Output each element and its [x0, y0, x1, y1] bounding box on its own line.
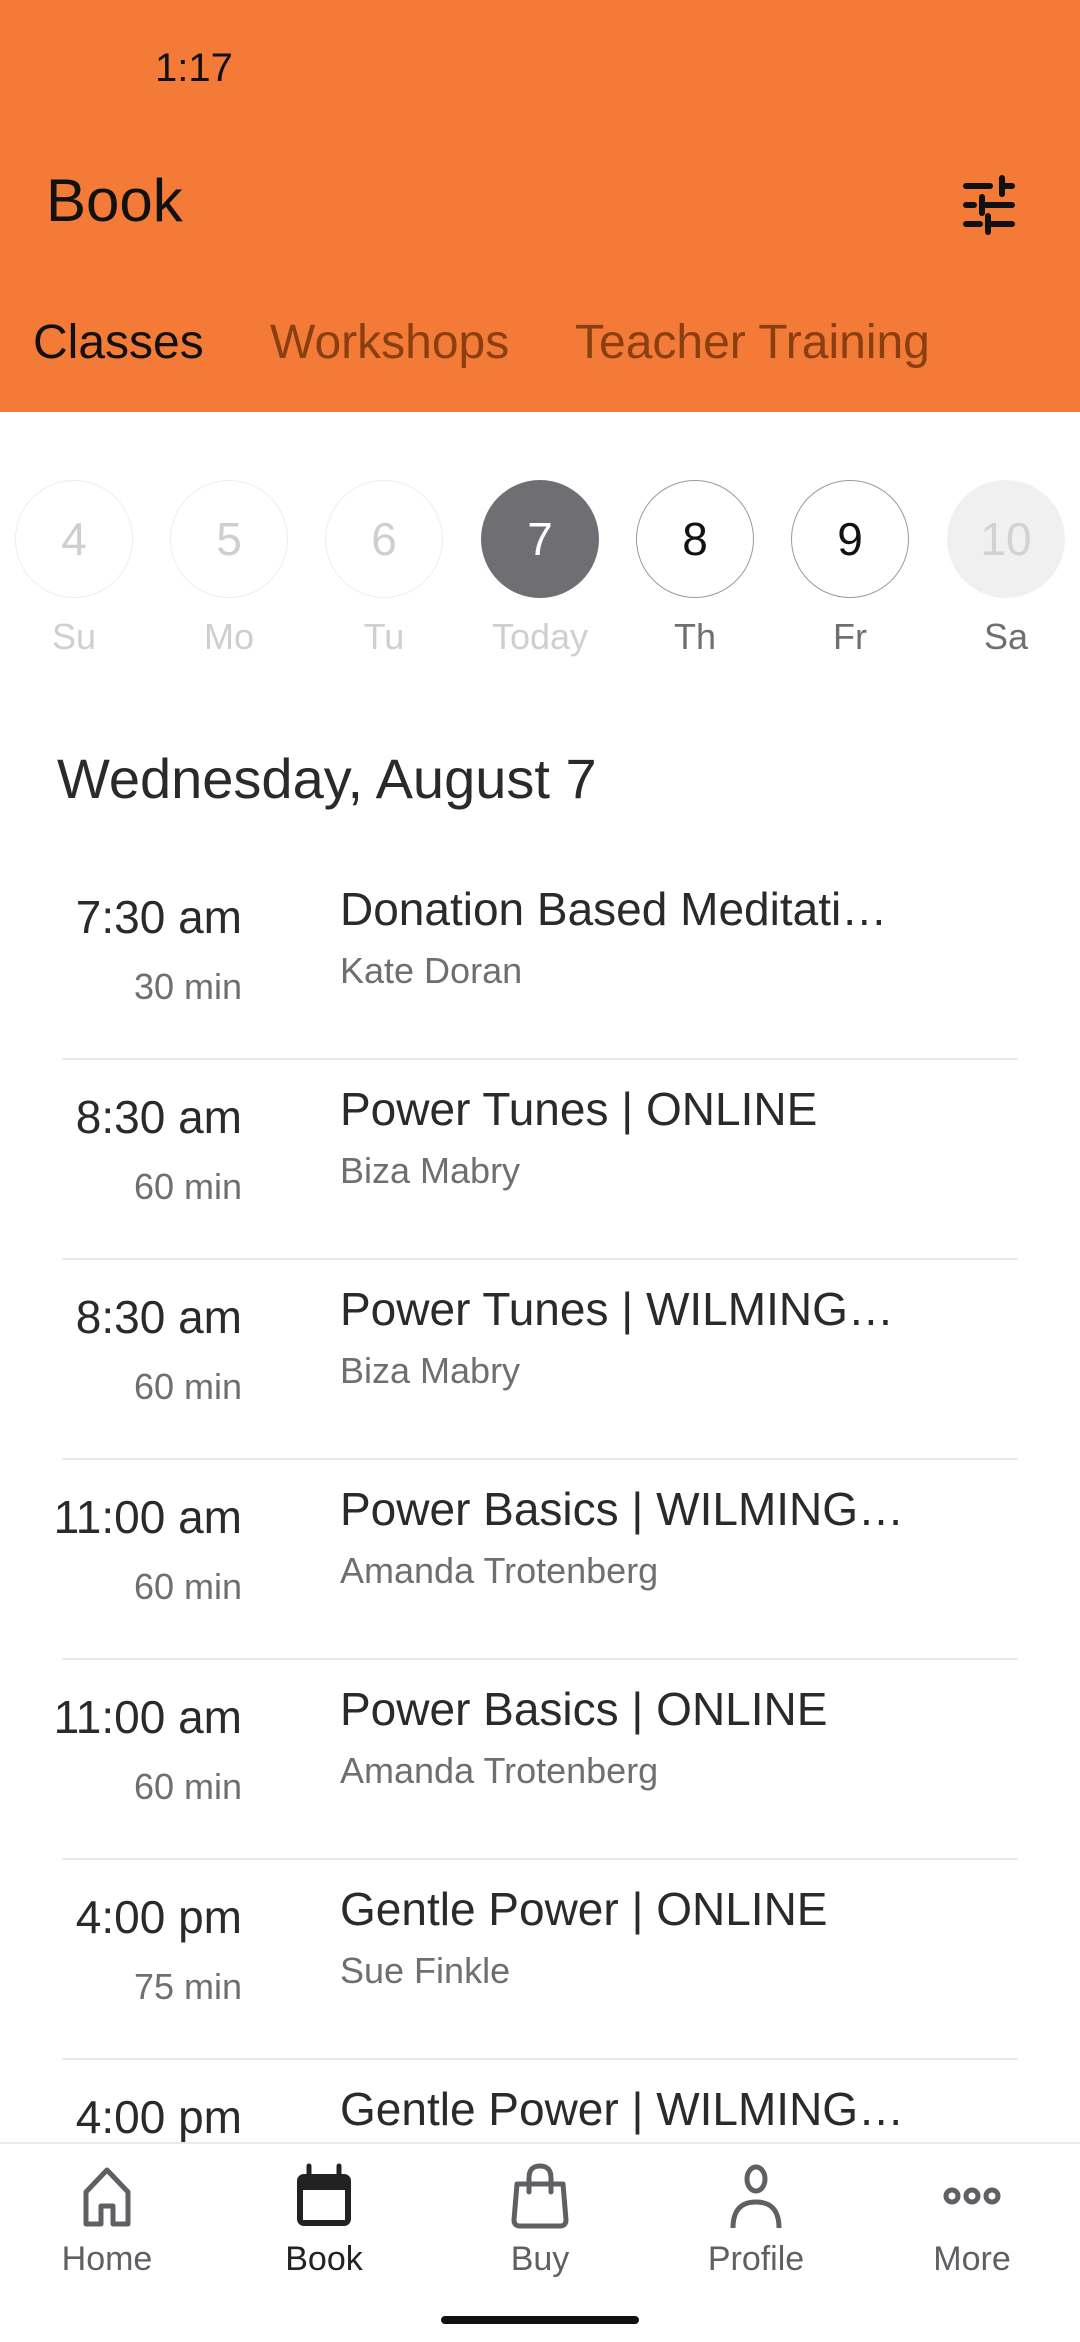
nav-buy[interactable]: Buy — [460, 2162, 620, 2279]
date-number: 10 — [947, 480, 1065, 598]
more-dots-icon — [943, 2187, 1001, 2205]
class-duration: 60 min — [133, 1166, 242, 1207]
class-title: Power Basics | ONLINE — [340, 1683, 828, 1735]
class-row[interactable]: 11:00 am 60 min Power Basics | ONLINE Am… — [0, 1660, 1080, 1860]
class-teacher: Amanda Trotenberg — [340, 1750, 659, 1791]
date-strip: 4 Su 5 Mo 6 Tu 7 Today 8 Th 9 Fr 10 Sa — [0, 480, 1080, 660]
class-row[interactable]: 7:30 am 30 min Donation Based Meditati… … — [0, 860, 1080, 1060]
date-number: 7 — [481, 480, 599, 598]
tab-classes[interactable]: Classes — [33, 315, 204, 370]
date-weekday: Fr — [833, 616, 867, 657]
class-time: 11:00 am — [53, 1691, 242, 1743]
class-title: Gentle Power | WILMING… — [340, 2083, 905, 2135]
date-weekday: Sa — [983, 616, 1029, 657]
tab-teacher-training[interactable]: Teacher Training — [575, 315, 930, 370]
class-title: Donation Based Meditati… — [340, 883, 888, 935]
bottom-navigation: Home Book Buy Profile More — [0, 2142, 1080, 2342]
class-duration: 75 min — [133, 1966, 242, 2007]
class-duration: 60 min — [133, 1566, 242, 1607]
class-title: Power Basics | WILMING… — [340, 1483, 905, 1535]
home-indicator[interactable] — [441, 2316, 639, 2324]
nav-book[interactable]: Book — [244, 2162, 404, 2279]
date-item-9[interactable]: 9 Fr — [790, 480, 910, 660]
date-number: 4 — [15, 480, 133, 598]
class-row[interactable]: 11:00 am 60 min Power Basics | WILMING… … — [0, 1460, 1080, 1660]
class-title: Gentle Power | ONLINE — [340, 1883, 828, 1935]
status-bar-time: 1:17 — [155, 46, 233, 90]
date-item-7-selected[interactable]: 7 Today — [480, 480, 600, 660]
class-teacher: Kate Doran — [340, 950, 523, 991]
class-teacher: Amanda Trotenberg — [340, 1550, 659, 1591]
class-teacher: Biza Mabry — [340, 1350, 521, 1391]
shopping-bag-icon — [511, 2163, 569, 2229]
date-weekday: Today — [491, 616, 589, 657]
nav-label: Buy — [510, 2240, 570, 2278]
filter-button[interactable] — [960, 170, 1030, 240]
home-icon — [83, 2167, 131, 2227]
nav-more[interactable]: More — [892, 2162, 1052, 2279]
app-header: 1:17 Book Classes Workshops Teacher Trai… — [0, 0, 1080, 412]
day-heading: Wednesday, August 7 — [57, 747, 597, 810]
class-time: 8:30 am — [75, 1091, 242, 1143]
date-weekday: Tu — [363, 616, 405, 657]
nav-profile[interactable]: Profile — [676, 2162, 836, 2279]
date-number: 8 — [636, 480, 754, 598]
class-row[interactable]: 4:00 pm 75 min Gentle Power | ONLINE Sue… — [0, 1860, 1080, 2060]
class-title: Power Tunes | WILMING… — [340, 1283, 894, 1335]
class-row[interactable]: 8:30 am 60 min Power Tunes | WILMING… Bi… — [0, 1260, 1080, 1460]
tab-workshops[interactable]: Workshops — [270, 315, 509, 370]
date-number: 9 — [791, 480, 909, 598]
date-weekday: Su — [51, 616, 97, 657]
class-duration: 60 min — [133, 1366, 242, 1407]
class-time: 4:00 pm — [75, 2091, 242, 2143]
nav-label: Profile — [707, 2240, 805, 2278]
class-time: 8:30 am — [75, 1291, 242, 1343]
nav-home[interactable]: Home — [27, 2162, 187, 2279]
date-number: 5 — [170, 480, 288, 598]
date-item-6[interactable]: 6 Tu — [324, 480, 444, 660]
date-weekday: Mo — [203, 616, 254, 657]
class-row[interactable]: 8:30 am 60 min Power Tunes | ONLINE Biza… — [0, 1060, 1080, 1260]
nav-label: Book — [285, 2240, 363, 2278]
date-item-4[interactable]: 4 Su — [14, 480, 134, 660]
date-item-8[interactable]: 8 Th — [635, 480, 755, 660]
class-time: 7:30 am — [75, 891, 242, 943]
class-duration: 60 min — [133, 1766, 242, 1807]
date-weekday: Th — [673, 616, 716, 657]
date-item-5[interactable]: 5 Mo — [169, 480, 289, 660]
sliders-icon — [963, 175, 1015, 235]
class-time: 4:00 pm — [75, 1891, 242, 1943]
class-title: Power Tunes | ONLINE — [340, 1083, 818, 1135]
date-number: 6 — [325, 480, 443, 598]
date-item-10[interactable]: 10 Sa — [946, 480, 1066, 660]
page-title: Book — [46, 167, 183, 234]
calendar-icon — [297, 2163, 351, 2226]
class-duration: 30 min — [133, 966, 242, 1007]
class-time: 11:00 am — [53, 1491, 242, 1543]
class-teacher: Sue Finkle — [340, 1950, 511, 1991]
class-teacher: Biza Mabry — [340, 1150, 521, 1191]
nav-label: Home — [61, 2240, 153, 2278]
person-icon — [730, 2164, 782, 2229]
nav-label: More — [933, 2240, 1011, 2278]
